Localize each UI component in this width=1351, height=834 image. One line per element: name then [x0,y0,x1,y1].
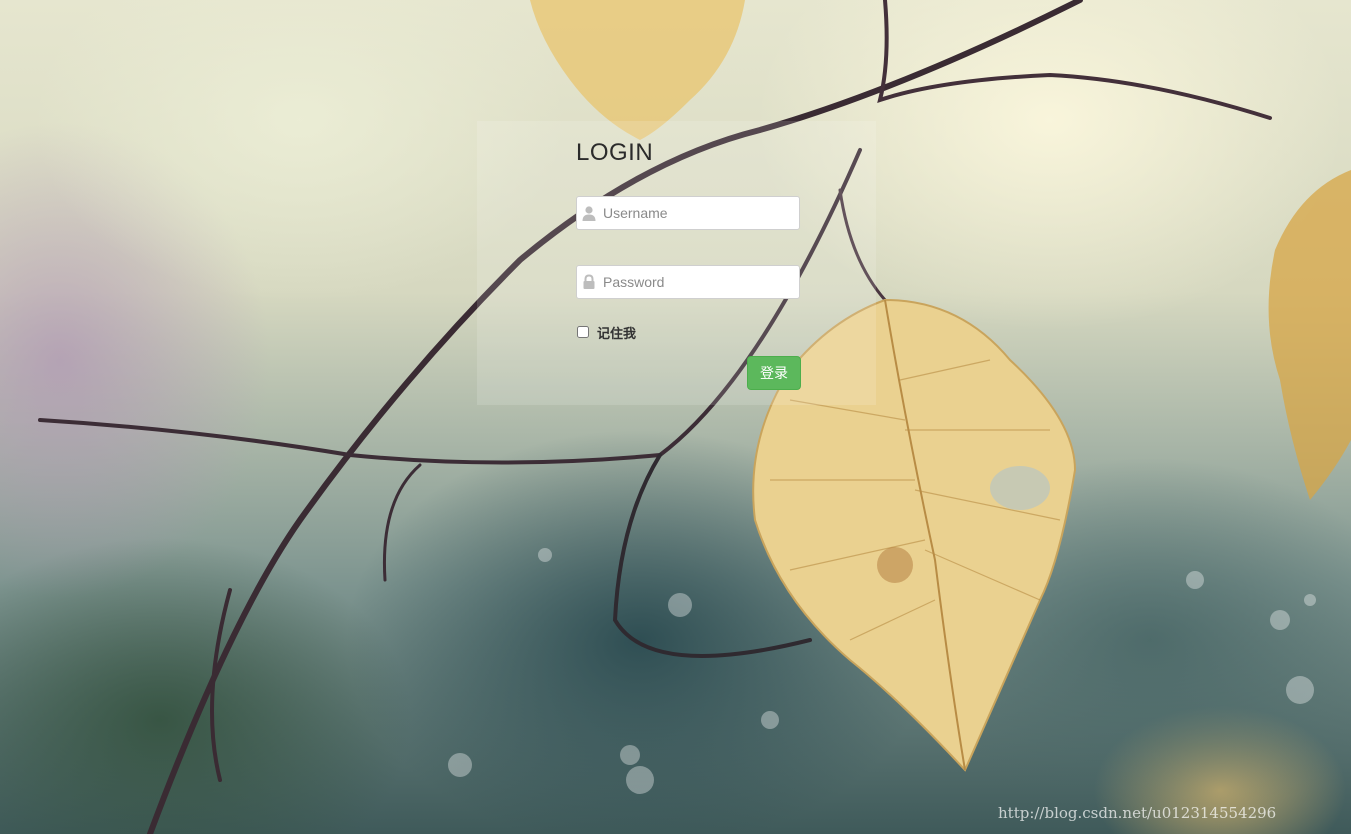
user-icon [581,205,597,221]
password-field[interactable] [576,265,801,299]
remember-me-label: 记住我 [597,325,637,341]
branch-twig [382,463,422,582]
username-input[interactable] [601,197,801,229]
blurred-leaf-right [1268,170,1351,500]
password-input[interactable] [601,266,801,298]
branch-upper [877,0,1272,120]
login-title: LOGIN [576,139,654,166]
branch-bottom-left [210,588,232,782]
watermark-url: http://blog.csdn.net/u012314554296 [998,804,1277,822]
remember-me[interactable]: 记住我 [576,323,636,341]
remember-me-checkbox[interactable] [577,326,589,338]
blurred-leaf-top [530,0,745,140]
username-field[interactable] [576,196,801,230]
login-panel: LOGIN 记住我 登录 [477,121,876,405]
lock-icon [581,274,597,290]
login-button[interactable]: 登录 [747,356,801,390]
